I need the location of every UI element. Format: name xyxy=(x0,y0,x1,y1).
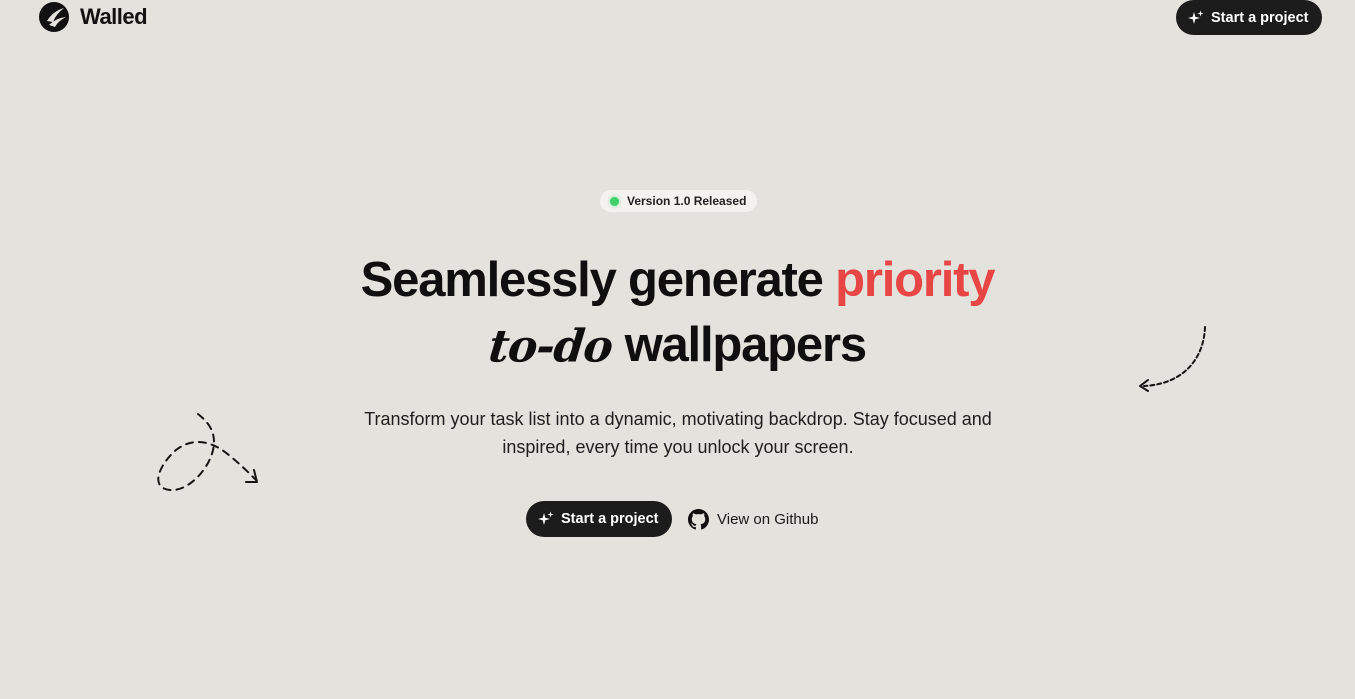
walled-logo-icon xyxy=(39,2,69,32)
github-link-label: View on Github xyxy=(717,510,819,528)
headline-part1: Seamlessly generate xyxy=(360,253,824,307)
brand-name: Walled xyxy=(80,4,148,29)
landing-page: Walled Start a project Version 1.0 Relea… xyxy=(0,0,1355,699)
headline-accent: priority xyxy=(835,253,995,307)
header-start-project-button[interactable]: Start a project xyxy=(1176,0,1322,35)
dashed-curved-arrow-doodle xyxy=(1139,326,1206,392)
view-on-github-link[interactable]: View on Github xyxy=(688,507,818,531)
headline-script: to-do xyxy=(486,320,615,373)
status-dot xyxy=(610,196,619,206)
headline-part2: wallpapers xyxy=(624,318,867,372)
version-badge: Version 1.0 Released xyxy=(600,190,758,212)
header-cta-label: Start a project xyxy=(1211,9,1309,26)
sparkles-icon xyxy=(538,511,554,525)
dashed-loop-arrow-doodle xyxy=(157,413,258,492)
hero-subtitle: Transform your task list into a dynamic,… xyxy=(364,409,992,457)
github-icon xyxy=(688,508,709,529)
hero-cta-label: Start a project xyxy=(561,511,659,527)
badge-text: Version 1.0 Released xyxy=(627,194,747,208)
hero-start-project-button[interactable]: Start a project xyxy=(526,501,672,537)
sparkles-icon xyxy=(1188,10,1204,24)
brand-logo[interactable]: Walled xyxy=(38,1,148,33)
